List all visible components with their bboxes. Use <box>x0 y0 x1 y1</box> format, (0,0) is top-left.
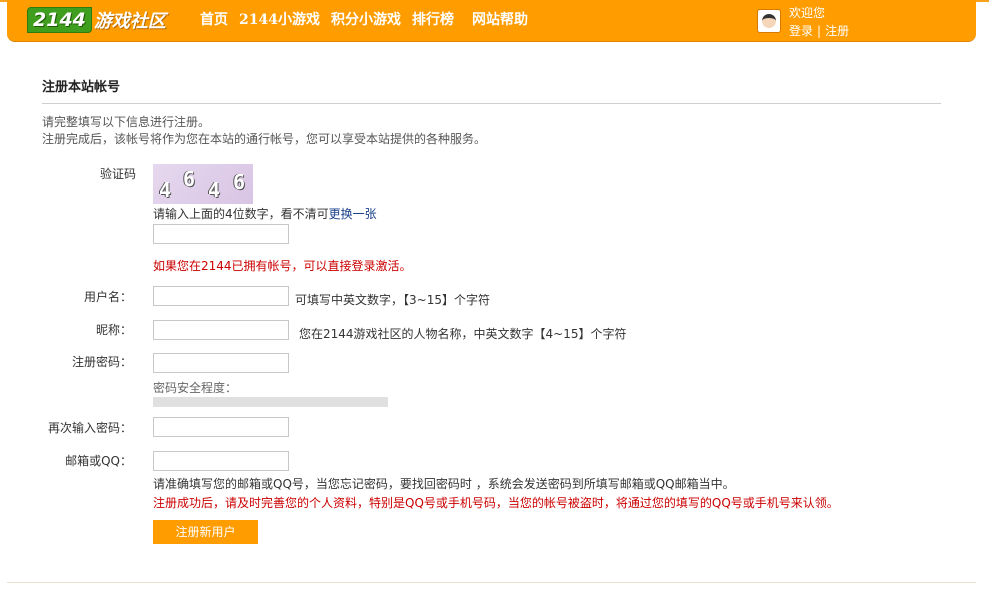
captcha-refresh-link[interactable]: 更换一张 <box>329 207 377 221</box>
password-strength-bar <box>153 397 388 407</box>
password-label: 注册密码： <box>71 355 132 369</box>
username-label: 用户名： <box>83 290 132 304</box>
captcha-hint: 请输入上面的4位数字，看不清可更换一张 <box>153 205 377 222</box>
footer-divider <box>7 582 976 583</box>
avatar-icon[interactable] <box>757 9 781 33</box>
email-qq-hint: 请准确填写您的邮箱或QQ号，当您忘记密码，要找回密码时 ，系统会发送密码到所填写… <box>153 477 735 491</box>
intro-line-1: 请完整填写以下信息进行注册。 <box>42 115 211 129</box>
register-submit-button[interactable]: 注册新用户 <box>153 520 258 544</box>
logo-number: 2144 <box>27 7 92 33</box>
site-logo[interactable]: 2144 游戏社区 <box>27 7 166 33</box>
nickname-input[interactable] <box>153 320 289 340</box>
intro-text: 请完整填写以下信息进行注册。 注册完成后，该帐号将作为您在本站的通行帐号，您可以… <box>42 114 486 148</box>
captcha-hint-text: 请输入上面的4位数字，看不清可 <box>153 207 329 221</box>
title-divider <box>42 103 941 104</box>
captcha-image[interactable]: 4 6 4 6 <box>153 164 253 204</box>
password-input[interactable] <box>153 353 289 373</box>
login-activate-notice: 如果您在2144已拥有帐号，可以直接登录激活。 <box>153 259 412 273</box>
email-qq-label: 邮箱或QQ： <box>65 454 132 468</box>
captcha-digit-1: 4 <box>159 178 172 202</box>
confirm-password-label: 再次输入密码： <box>47 421 132 435</box>
username-hint: 可填写中英文数字，【3~15】个字符 <box>295 293 490 307</box>
nickname-hint: 您在2144游戏社区的人物名称，中英文数字【4~15】个字符 <box>299 327 627 341</box>
nav-mini-games[interactable]: 2144小游戏 <box>239 10 320 30</box>
nav-help[interactable]: 网站帮助 <box>472 10 528 30</box>
profile-warning: 注册成功后，请及时完善您的个人资料，特别是QQ号或手机号码，当您的帐号被盗时，将… <box>153 496 839 510</box>
nickname-label: 昵称： <box>95 323 132 337</box>
nav-home[interactable]: 首页 <box>200 10 228 30</box>
captcha-input[interactable] <box>153 224 289 244</box>
captcha-label: 验证码 <box>99 167 136 181</box>
email-qq-input[interactable] <box>153 451 289 471</box>
page-title: 注册本站帐号 <box>42 80 121 95</box>
captcha-digit-2: 6 <box>183 167 196 191</box>
user-links: 欢迎您 登录 | 注册 <box>789 4 849 40</box>
captcha-digit-3: 4 <box>208 178 221 202</box>
register-link[interactable]: 注册 <box>825 24 849 38</box>
link-separator: | <box>817 24 822 38</box>
nav-ranking[interactable]: 排行榜 <box>412 10 454 30</box>
password-strength-label: 密码安全程度： <box>153 381 238 395</box>
username-input[interactable] <box>153 286 289 306</box>
main-nav: 首页 2144小游戏 积分小游戏 排行榜 网站帮助 <box>200 10 539 30</box>
header-bar: 2144 游戏社区 首页 2144小游戏 积分小游戏 排行榜 网站帮助 欢迎您 … <box>7 0 976 42</box>
login-link[interactable]: 登录 <box>789 24 813 38</box>
intro-line-2: 注册完成后，该帐号将作为您在本站的通行帐号，您可以享受本站提供的各种服务。 <box>42 132 487 146</box>
nav-points-games[interactable]: 积分小游戏 <box>331 10 401 30</box>
welcome-text: 欢迎您 <box>789 6 826 20</box>
logo-text: 游戏社区 <box>93 11 166 32</box>
user-area: 欢迎您 登录 | 注册 <box>757 4 849 40</box>
captcha-digit-4: 6 <box>233 170 246 194</box>
confirm-password-input[interactable] <box>153 417 289 437</box>
